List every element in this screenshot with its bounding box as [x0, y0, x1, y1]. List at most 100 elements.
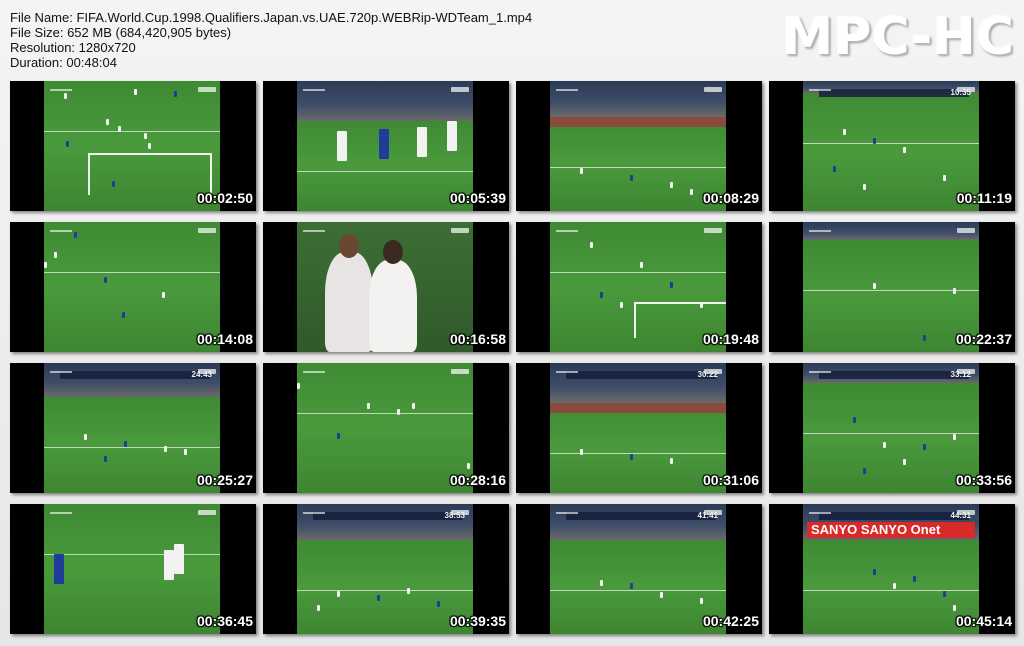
player-figure	[903, 459, 906, 466]
football-pitch	[550, 403, 726, 493]
broadcaster-text-mark	[303, 89, 325, 91]
match-clock: 44:31	[950, 511, 971, 520]
thumbnail-frame	[803, 222, 979, 352]
player-closeup	[369, 260, 417, 352]
player-figure	[670, 458, 673, 465]
pitch-line	[44, 131, 220, 132]
player-figure	[317, 605, 320, 612]
scoreboard-bar	[819, 512, 969, 520]
player-figure	[943, 590, 946, 597]
video-thumbnail: 00:14:08	[10, 222, 256, 352]
sponsor-banner: SANYO SANYO Onet	[807, 522, 975, 538]
player-figure	[913, 576, 916, 583]
player-figure	[923, 334, 926, 341]
player-figure	[124, 441, 127, 448]
pitch-line	[550, 272, 726, 273]
video-thumbnail: 38:53 00:39:35	[263, 504, 509, 634]
pitch-line	[297, 171, 473, 172]
thumbnail-timestamp: 00:11:19	[956, 190, 1012, 206]
broadcaster-text-mark	[50, 89, 72, 91]
file-info: File Name: FIFA.World.Cup.1998.Qualifier…	[10, 10, 532, 70]
video-thumbnail: 41:41 00:42:25	[516, 504, 762, 634]
player-figure	[112, 181, 115, 187]
player-figure	[883, 442, 886, 449]
player-figure	[863, 467, 866, 474]
player-figure	[66, 141, 69, 147]
thumbnail-timestamp: 00:05:39	[449, 190, 506, 206]
player-head	[383, 240, 403, 264]
player-figure	[297, 383, 300, 389]
video-thumbnail: 00:36:45	[10, 504, 256, 634]
channel-logo-icon	[451, 87, 469, 92]
thumbnail-frame	[44, 363, 220, 493]
football-pitch	[297, 540, 473, 634]
channel-logo-icon	[957, 228, 975, 233]
player-figure	[148, 143, 151, 149]
channel-logo-icon	[198, 228, 216, 233]
running-track	[550, 403, 726, 413]
football-pitch	[44, 504, 220, 634]
channel-logo-icon	[704, 228, 722, 233]
player-figure	[437, 600, 440, 607]
thumbnail-timestamp: 00:31:06	[702, 472, 759, 488]
football-pitch	[550, 117, 726, 211]
match-clock: 10:35	[950, 88, 971, 97]
player-figure	[412, 403, 415, 409]
player-figure	[953, 288, 956, 295]
file-name-label: File Name: FIFA.World.Cup.1998.Qualifier…	[10, 10, 533, 25]
player-figure	[873, 283, 876, 290]
player-figure	[670, 282, 673, 288]
player-figure	[184, 448, 187, 455]
broadcaster-text-mark	[556, 230, 578, 232]
player-figure	[580, 167, 583, 174]
thumbnail-frame	[550, 504, 726, 634]
player-figure	[953, 605, 956, 612]
channel-logo-icon	[198, 87, 216, 92]
video-thumbnail: 24:43 00:25:27	[10, 363, 256, 493]
broadcaster-text-mark	[50, 230, 72, 232]
stadium-crowd	[550, 504, 726, 540]
player-figure	[467, 463, 470, 469]
player-figure	[162, 292, 165, 298]
player-figure	[600, 580, 603, 587]
player-figure	[174, 544, 184, 574]
scoreboard-bar	[566, 371, 716, 379]
video-thumbnail: 00:02:50	[10, 81, 256, 211]
player-figure	[953, 433, 956, 440]
channel-logo-icon	[451, 228, 469, 233]
broadcaster-text-mark	[809, 371, 831, 373]
player-figure	[580, 448, 583, 455]
football-pitch	[44, 397, 220, 493]
thumbnail-timestamp: 00:42:25	[702, 613, 759, 629]
channel-logo-icon	[198, 510, 216, 515]
pitch-line	[550, 167, 726, 168]
player-figure	[417, 127, 427, 157]
thumbnail-timestamp: 00:08:29	[702, 190, 759, 206]
player-figure	[104, 277, 107, 283]
player-figure	[590, 242, 593, 248]
player-figure	[630, 454, 633, 461]
video-thumbnail: 33:12 00:33:56	[769, 363, 1015, 493]
pitch-line	[297, 413, 473, 414]
stadium-crowd	[44, 363, 220, 397]
mpc-hc-logo: MPC-HC	[781, 7, 1014, 67]
broadcaster-text-mark	[809, 512, 831, 514]
video-thumbnail: 00:19:48	[516, 222, 762, 352]
match-clock: 30:22	[697, 370, 718, 379]
broadcaster-text-mark	[50, 512, 72, 514]
player-figure	[122, 312, 125, 318]
player-figure	[84, 433, 87, 440]
pitch-line	[550, 590, 726, 591]
scoreboard-bar	[313, 512, 463, 520]
scoreboard-bar	[819, 89, 969, 97]
resolution-label: Resolution: 1280x720	[10, 40, 136, 55]
scoreboard-bar	[566, 512, 716, 520]
channel-logo-icon	[451, 369, 469, 374]
pitch-line	[44, 272, 220, 273]
player-figure	[397, 409, 400, 415]
player-figure	[620, 302, 623, 308]
player-figure	[690, 189, 693, 196]
match-clock: 24:43	[191, 370, 212, 379]
player-figure	[863, 183, 866, 190]
player-head	[339, 234, 359, 258]
